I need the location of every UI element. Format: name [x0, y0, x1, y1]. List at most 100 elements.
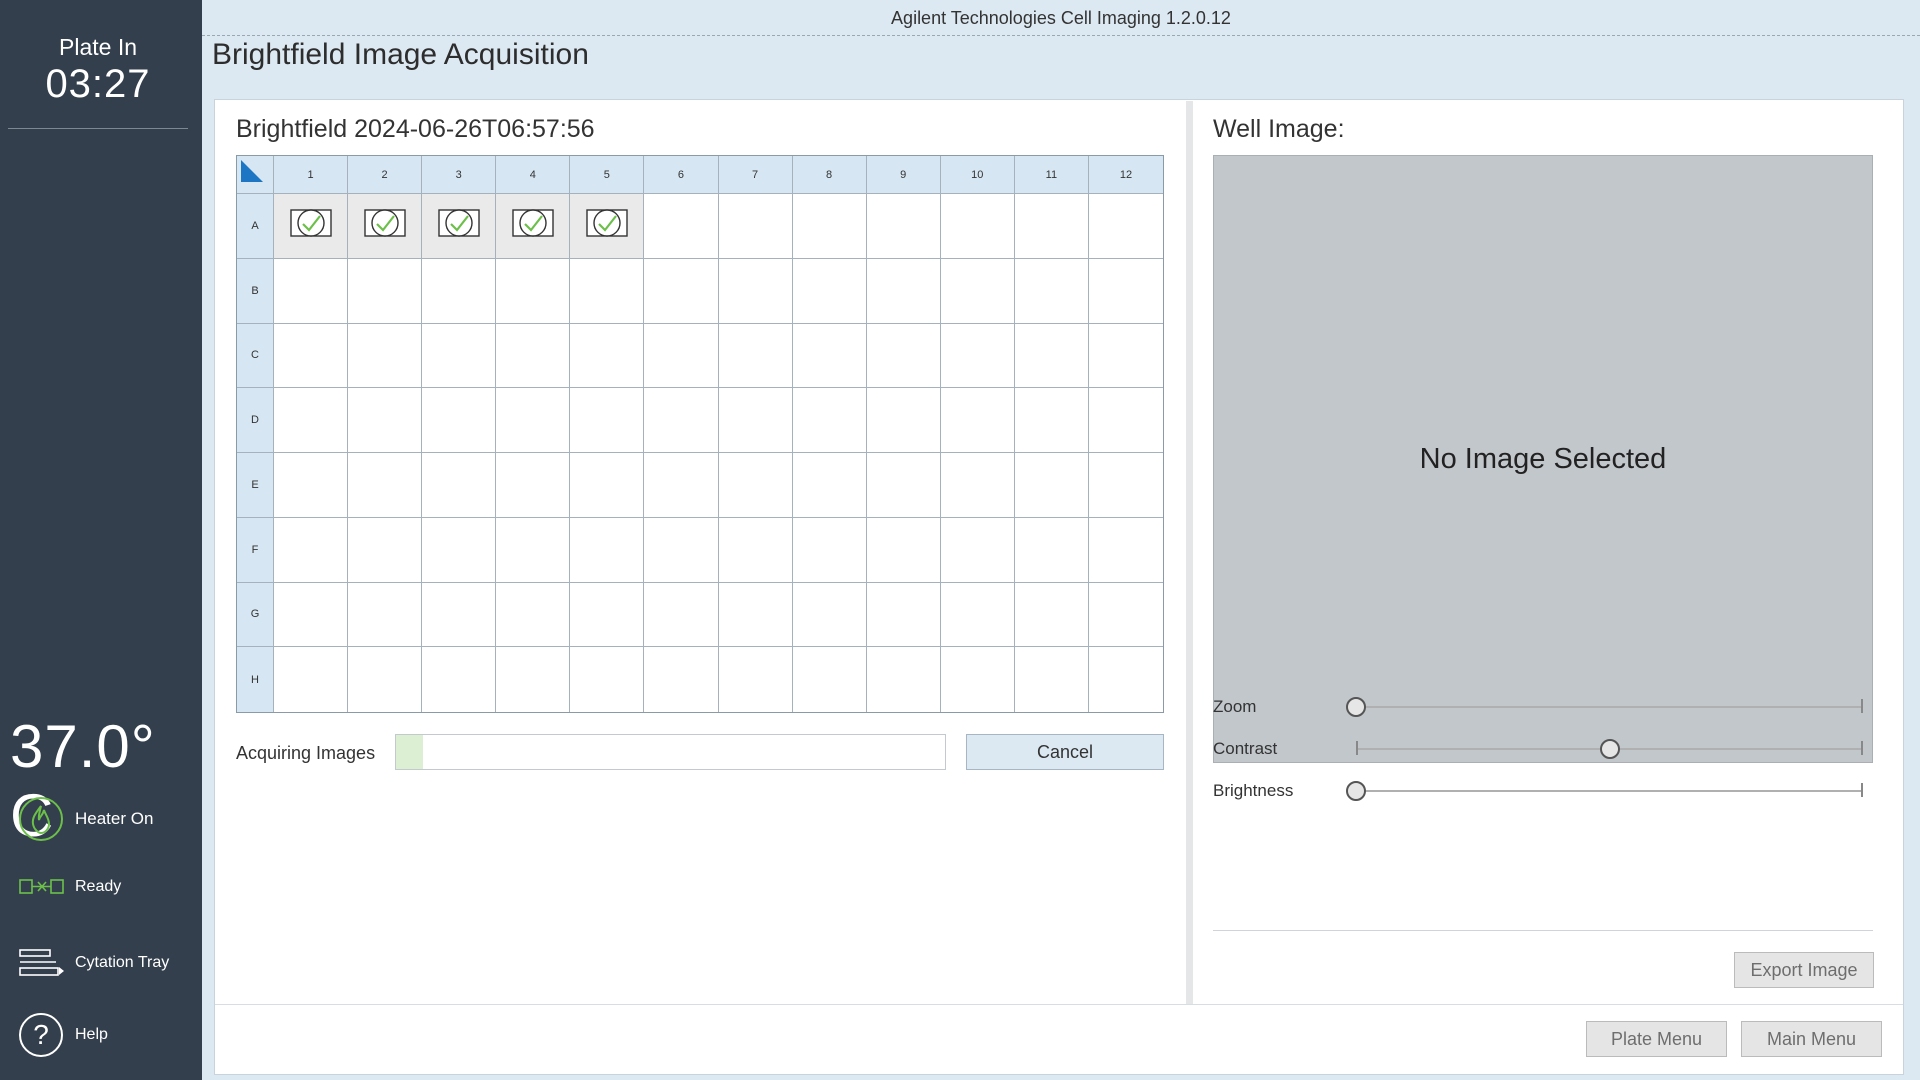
column-header[interactable]: 4	[496, 156, 571, 194]
well-A3[interactable]	[422, 194, 497, 259]
well-G4[interactable]	[496, 582, 571, 648]
well-D3[interactable]	[422, 388, 497, 453]
well-E4[interactable]	[496, 453, 571, 518]
well-A6[interactable]	[644, 194, 719, 259]
export-image-button[interactable]: Export Image	[1734, 952, 1874, 988]
well-F3[interactable]	[422, 517, 497, 583]
well-F9[interactable]	[866, 517, 941, 583]
well-E11[interactable]	[1014, 453, 1089, 518]
row-header[interactable]: A	[237, 194, 274, 259]
well-G8[interactable]	[792, 582, 867, 648]
well-F12[interactable]	[1088, 517, 1163, 583]
well-H6[interactable]	[644, 647, 719, 712]
well-G2[interactable]	[348, 582, 423, 648]
well-D1[interactable]	[274, 388, 349, 453]
main-menu-button[interactable]: Main Menu	[1741, 1021, 1882, 1057]
well-B9[interactable]	[866, 258, 941, 324]
well-B7[interactable]	[718, 258, 793, 324]
slider-track[interactable]	[1356, 790, 1863, 792]
sidebar-item-heater[interactable]: Heater On	[18, 796, 153, 842]
well-C4[interactable]	[496, 323, 571, 389]
slider-brightness[interactable]: Brightness	[1213, 778, 1873, 804]
well-A5[interactable]	[570, 194, 645, 259]
well-F4[interactable]	[496, 517, 571, 583]
well-B4[interactable]	[496, 258, 571, 324]
column-header[interactable]: 6	[644, 156, 719, 194]
well-H4[interactable]	[496, 647, 571, 712]
well-F6[interactable]	[644, 517, 719, 583]
well-E7[interactable]	[718, 453, 793, 518]
well-C8[interactable]	[792, 323, 867, 389]
well-A8[interactable]	[792, 194, 867, 259]
column-header[interactable]: 3	[422, 156, 497, 194]
well-G10[interactable]	[940, 582, 1015, 648]
column-header[interactable]: 2	[348, 156, 423, 194]
well-H9[interactable]	[866, 647, 941, 712]
row-header[interactable]: H	[237, 647, 274, 712]
well-C6[interactable]	[644, 323, 719, 389]
cancel-button[interactable]: Cancel	[966, 734, 1164, 770]
plate-menu-button[interactable]: Plate Menu	[1586, 1021, 1727, 1057]
well-F7[interactable]	[718, 517, 793, 583]
row-header[interactable]: D	[237, 388, 274, 453]
well-E3[interactable]	[422, 453, 497, 518]
well-E8[interactable]	[792, 453, 867, 518]
plate-map[interactable]: 1 2 3 4 5 6 7 8 9 10 11 12 A B C D E F G H	[236, 155, 1164, 713]
slider-contrast[interactable]: Contrast	[1213, 736, 1873, 762]
well-C11[interactable]	[1014, 323, 1089, 389]
well-A11[interactable]	[1014, 194, 1089, 259]
slider-zoom[interactable]: Zoom	[1213, 694, 1873, 720]
well-H11[interactable]	[1014, 647, 1089, 712]
well-G9[interactable]	[866, 582, 941, 648]
well-H10[interactable]	[940, 647, 1015, 712]
well-B6[interactable]	[644, 258, 719, 324]
well-C2[interactable]	[348, 323, 423, 389]
row-header[interactable]: C	[237, 323, 274, 389]
well-D9[interactable]	[866, 388, 941, 453]
well-B12[interactable]	[1088, 258, 1163, 324]
well-B11[interactable]	[1014, 258, 1089, 324]
well-C7[interactable]	[718, 323, 793, 389]
well-F10[interactable]	[940, 517, 1015, 583]
well-A9[interactable]	[866, 194, 941, 259]
well-E2[interactable]	[348, 453, 423, 518]
well-A12[interactable]	[1088, 194, 1163, 259]
well-D11[interactable]	[1014, 388, 1089, 453]
well-F2[interactable]	[348, 517, 423, 583]
well-D12[interactable]	[1088, 388, 1163, 453]
well-A7[interactable]	[718, 194, 793, 259]
select-all-corner[interactable]	[237, 156, 274, 194]
well-G5[interactable]	[570, 582, 645, 648]
well-C12[interactable]	[1088, 323, 1163, 389]
well-H3[interactable]	[422, 647, 497, 712]
well-D4[interactable]	[496, 388, 571, 453]
sidebar-item-ready[interactable]: Ready	[18, 877, 121, 897]
well-G7[interactable]	[718, 582, 793, 648]
well-G3[interactable]	[422, 582, 497, 648]
well-B5[interactable]	[570, 258, 645, 324]
well-B10[interactable]	[940, 258, 1015, 324]
column-header[interactable]: 5	[570, 156, 645, 194]
well-H12[interactable]	[1088, 647, 1163, 712]
well-D7[interactable]	[718, 388, 793, 453]
well-H5[interactable]	[570, 647, 645, 712]
well-E10[interactable]	[940, 453, 1015, 518]
column-header[interactable]: 10	[940, 156, 1015, 194]
row-header[interactable]: E	[237, 453, 274, 518]
well-F8[interactable]	[792, 517, 867, 583]
row-header[interactable]: F	[237, 517, 274, 583]
column-header[interactable]: 8	[792, 156, 867, 194]
column-header[interactable]: 7	[718, 156, 793, 194]
well-A10[interactable]	[940, 194, 1015, 259]
well-D6[interactable]	[644, 388, 719, 453]
row-header[interactable]: B	[237, 258, 274, 324]
well-C9[interactable]	[866, 323, 941, 389]
well-E9[interactable]	[866, 453, 941, 518]
well-B1[interactable]	[274, 258, 349, 324]
well-A2[interactable]	[348, 194, 423, 259]
slider-thumb[interactable]	[1346, 697, 1366, 717]
slider-track[interactable]	[1356, 706, 1863, 708]
well-G12[interactable]	[1088, 582, 1163, 648]
well-H1[interactable]	[274, 647, 349, 712]
well-E1[interactable]	[274, 453, 349, 518]
